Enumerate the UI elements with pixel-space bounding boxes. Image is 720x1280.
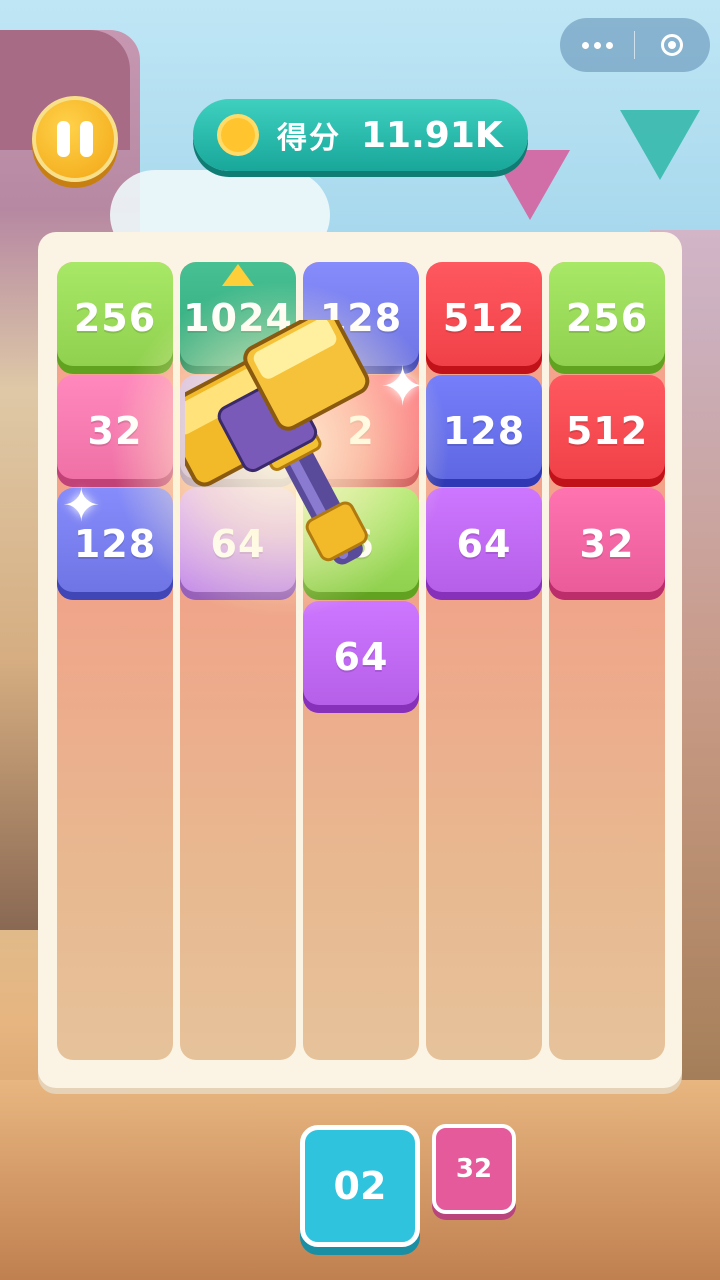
- number-tile[interactable]: 64: [303, 601, 419, 713]
- score-label: 得分: [277, 121, 341, 156]
- number-tile[interactable]: 32: [549, 488, 665, 600]
- number-tile[interactable]: 512: [426, 262, 542, 374]
- board-column-5[interactable]: 256 512 32: [549, 262, 665, 1060]
- number-tile[interactable]: 512: [549, 375, 665, 487]
- hammer-icon[interactable]: [185, 320, 405, 590]
- pause-icon-bar: [80, 121, 93, 157]
- number-tile[interactable]: 256: [549, 262, 665, 374]
- sparkle-icon: ✦: [62, 478, 101, 532]
- sun-icon: [221, 118, 255, 152]
- pause-button[interactable]: [32, 96, 118, 182]
- more-dots-icon[interactable]: [560, 18, 634, 72]
- number-tile[interactable]: 64: [426, 488, 542, 600]
- background-flag: [620, 110, 700, 180]
- target-close-icon[interactable]: [635, 18, 709, 72]
- board-column-4[interactable]: 512 128 64: [426, 262, 542, 1060]
- pause-icon: [57, 121, 70, 157]
- score-pill: 得分 11.91K: [193, 99, 528, 171]
- score-value: 11.91K: [361, 114, 503, 156]
- next-tile-current[interactable]: 02: [300, 1125, 420, 1247]
- next-tile-queued: 32: [432, 1124, 516, 1214]
- miniprogram-capsule: [560, 18, 710, 72]
